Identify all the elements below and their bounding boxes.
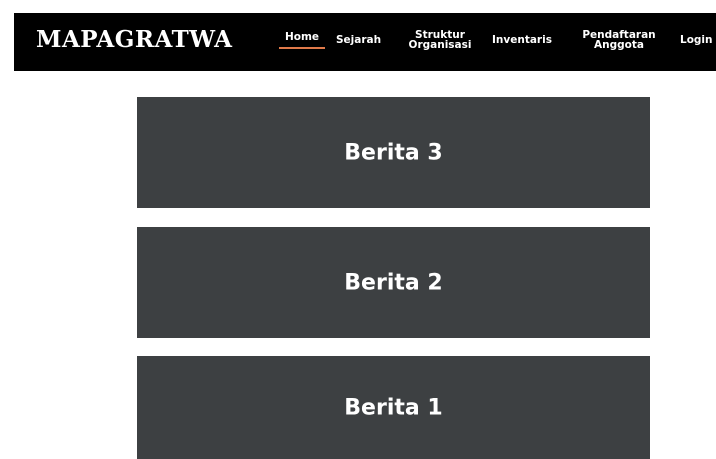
- top-navbar: MAPAGRATWA Home Sejarah Struktur Organis…: [14, 13, 716, 71]
- nav-inventaris-link[interactable]: Inventaris: [492, 34, 552, 46]
- active-indicator: [279, 47, 325, 49]
- nav-sejarah-label: Sejarah: [336, 34, 382, 46]
- news-card-title: Berita 1: [344, 395, 443, 420]
- nav-struktur-label-line2: Organisasi: [408, 39, 472, 51]
- nav-home-label: Home: [284, 31, 320, 43]
- nav-inventaris-label: Inventaris: [492, 34, 552, 46]
- nav-pendaftaran-label-line2: Anggota: [594, 39, 644, 51]
- nav-sejarah-link[interactable]: Sejarah: [336, 34, 382, 46]
- news-card-title: Berita 2: [344, 270, 443, 295]
- news-card[interactable]: Berita 3: [137, 97, 650, 208]
- news-card[interactable]: Berita 1: [137, 356, 650, 459]
- nav-login-link[interactable]: Login: [680, 34, 713, 46]
- nav-struktur-organisasi-link[interactable]: Struktur Organisasi: [404, 30, 476, 51]
- nav-home-link[interactable]: Home: [279, 32, 325, 49]
- news-card-title: Berita 3: [344, 140, 443, 165]
- site-logo-text[interactable]: MAPAGRATWA: [36, 26, 232, 53]
- news-card[interactable]: Berita 2: [137, 227, 650, 338]
- nav-login-label: Login: [680, 34, 713, 46]
- nav-pendaftaran-anggota-link[interactable]: Pendaftaran Anggota: [574, 30, 664, 51]
